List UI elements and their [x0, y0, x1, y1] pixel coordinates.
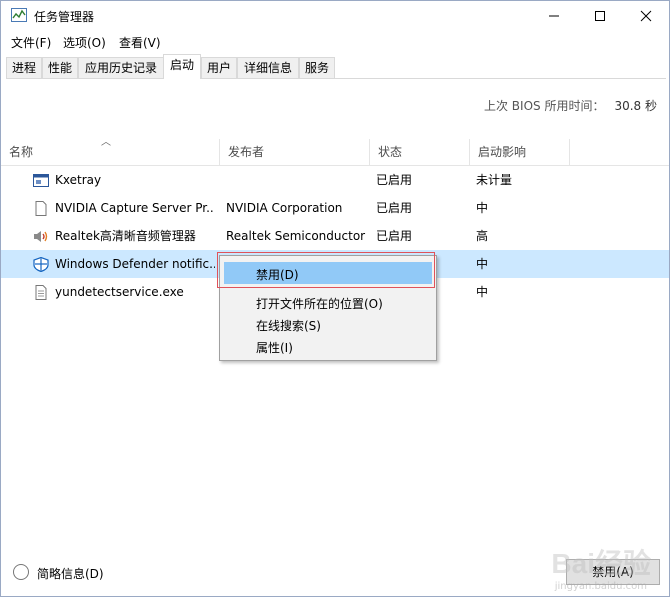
- row-impact: 高: [476, 229, 489, 243]
- row-impact: 中: [476, 201, 489, 215]
- speaker-icon: [34, 231, 48, 242]
- row-name: Kxetray: [55, 173, 102, 187]
- maximize-button[interactable]: [577, 1, 623, 31]
- row-name: Windows Defender notific...: [55, 257, 215, 271]
- tab-users[interactable]: 用户: [201, 57, 237, 78]
- watermark-url: jingyan.baidu.com: [554, 581, 647, 592]
- row-name: Realtek高清晰音频管理器: [55, 229, 196, 243]
- menu-options[interactable]: 选项(O): [63, 34, 106, 51]
- tab-details[interactable]: 详细信息: [237, 57, 299, 78]
- tab-services[interactable]: 服务: [299, 57, 335, 78]
- window-title: 任务管理器: [34, 10, 95, 24]
- maximize-icon: [595, 11, 605, 21]
- context-item-open-location[interactable]: 打开文件所在的位置(O): [256, 295, 383, 312]
- column-startup-impact[interactable]: 启动影响: [470, 139, 570, 165]
- tab-startup[interactable]: 启动: [163, 54, 201, 79]
- row-status: 已启用: [376, 173, 413, 187]
- row-impact: 未计量: [476, 173, 513, 187]
- window-icon: [33, 174, 49, 187]
- tab-strip: 进程 性能 应用历史记录 启动 用户 详细信息 服务: [6, 54, 666, 79]
- chevron-up-icon[interactable]: [13, 564, 29, 580]
- row-name: NVIDIA Capture Server Pr...: [55, 201, 215, 215]
- context-item-properties[interactable]: 属性(I): [256, 339, 293, 356]
- row-publisher: [226, 166, 366, 194]
- row-impact: 中: [476, 257, 489, 271]
- menu-view[interactable]: 查看(V): [119, 34, 161, 51]
- defender-shield-icon: [33, 257, 49, 272]
- row-status: 已启用: [376, 229, 413, 243]
- minimize-icon: [549, 15, 559, 17]
- column-header: 名称 发布者 状态 启动影响: [1, 139, 669, 166]
- table-row[interactable]: Kxetray 已启用 未计量: [1, 166, 669, 194]
- close-icon: [640, 10, 652, 22]
- close-button[interactable]: [623, 1, 669, 31]
- brief-info-link[interactable]: 简略信息(D): [37, 565, 104, 582]
- tab-processes[interactable]: 进程: [6, 57, 42, 78]
- bios-time-value: 30.8 秒: [614, 99, 657, 113]
- table-row[interactable]: NVIDIA Capture Server Pr... NVIDIA Corpo…: [1, 194, 669, 222]
- watermark-logo: Bai经验: [551, 548, 651, 579]
- column-publisher[interactable]: 发布者: [220, 139, 370, 165]
- task-manager-icon: [11, 8, 27, 22]
- minimize-button[interactable]: [531, 1, 577, 31]
- column-status[interactable]: 状态: [370, 139, 470, 165]
- bios-time: 上次 BIOS 所用时间： 30.8 秒: [484, 97, 657, 114]
- title-bar: 任务管理器: [1, 1, 669, 31]
- row-publisher: Realtek Semiconductor: [226, 229, 366, 243]
- tab-app-history[interactable]: 应用历史记录: [78, 57, 164, 78]
- context-item-search-online[interactable]: 在线搜索(S): [256, 317, 321, 334]
- row-impact: 中: [476, 285, 489, 299]
- row-publisher: NVIDIA Corporation: [226, 201, 343, 215]
- menu-bar: 文件(F) 选项(O) 查看(V): [1, 31, 669, 53]
- tab-performance[interactable]: 性能: [42, 57, 78, 78]
- document-icon: [35, 201, 47, 216]
- task-manager-window: 任务管理器 文件(F) 选项(O) 查看(V) 进程 性能 应用历史记录 启动 …: [0, 0, 670, 597]
- bios-time-label: 上次 BIOS 所用时间：: [483, 99, 605, 113]
- document-icon: [35, 285, 47, 300]
- highlight-annotation-box: [217, 252, 435, 288]
- row-name: yundetectservice.exe: [55, 285, 184, 299]
- menu-file[interactable]: 文件(F): [11, 34, 51, 51]
- row-status: 已启用: [376, 201, 413, 215]
- column-name[interactable]: 名称: [1, 139, 220, 165]
- table-row[interactable]: Realtek高清晰音频管理器 Realtek Semiconductor 已启…: [1, 222, 669, 250]
